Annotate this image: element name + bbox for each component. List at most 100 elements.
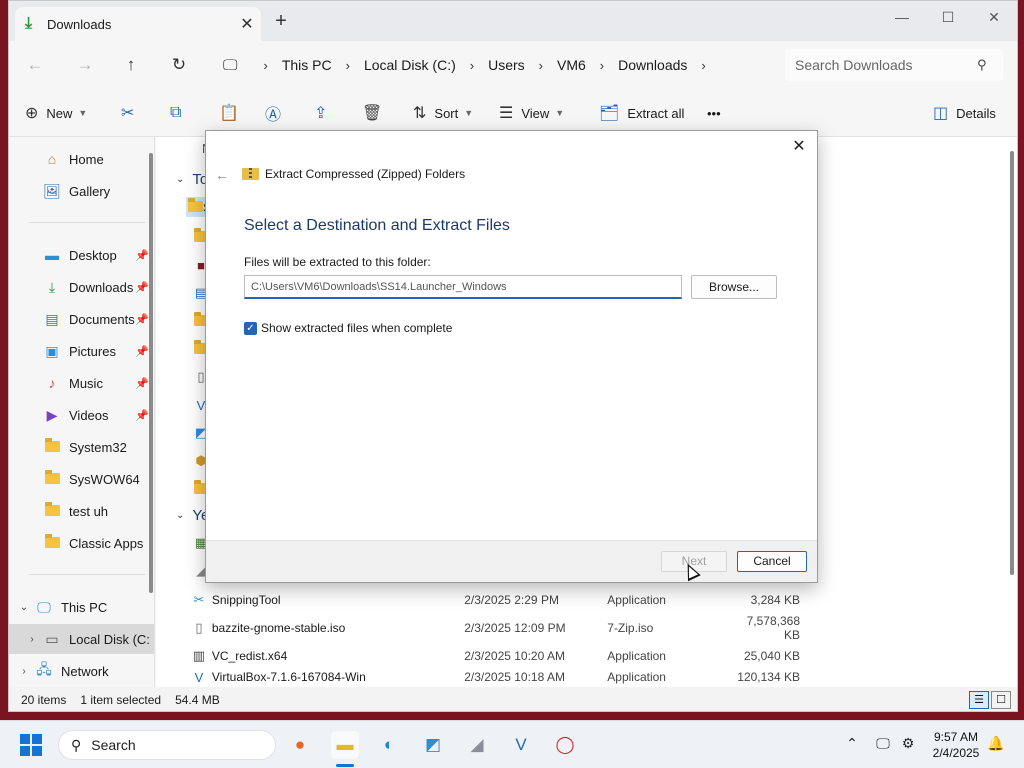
zip-folder-icon	[188, 197, 204, 215]
sidebar-item-system32[interactable]: System32	[9, 432, 154, 462]
file-explorer-icon[interactable]: ▬	[331, 731, 359, 759]
breadcrumb-vm6[interactable]: VM6	[557, 57, 586, 73]
sidebar-item-local-disk[interactable]: › ▭ Local Disk (C:	[9, 624, 154, 654]
view-button[interactable]: ☰ View ▼	[499, 101, 564, 125]
cut-button[interactable]: ✂	[121, 101, 142, 125]
sidebar-item-test-uh[interactable]: test uh	[9, 496, 154, 526]
cancel-button[interactable]: Cancel	[737, 551, 807, 572]
delete-button[interactable]: 🗑	[362, 101, 390, 125]
sidebar-item-desktop[interactable]: ▬ Desktop 📌	[9, 240, 154, 270]
sidebar-item-label: SysWOW64	[69, 471, 140, 487]
refresh-icon[interactable]: ↻	[165, 53, 193, 77]
sidebar-item-network[interactable]: › 🖧 Network	[9, 656, 154, 686]
virtualbox-icon[interactable]: V	[507, 731, 535, 759]
sidebar-item-pictures[interactable]: ▣ Pictures 📌	[9, 336, 154, 366]
extract-all-button[interactable]: 🗂 Extract all	[599, 101, 684, 125]
pin-icon: 📌	[135, 313, 149, 326]
table-row[interactable]: ▯ bazzite-gnome-stable.iso 2/3/2025 12:0…	[190, 614, 800, 642]
paste-button[interactable]: 📋	[219, 101, 247, 125]
chevron-right-icon[interactable]: ›	[701, 58, 705, 73]
chevron-down-icon[interactable]: ⌄	[15, 602, 33, 613]
show-files-checkbox-row[interactable]: ✓ Show extracted files when complete	[244, 321, 452, 335]
forward-arrow-icon[interactable]: →	[71, 53, 99, 77]
content-scrollbar[interactable]	[1010, 151, 1014, 575]
sidebar-item-videos[interactable]: ▶ Videos 📌	[9, 400, 154, 430]
display-icon[interactable]: 🖵	[873, 735, 893, 752]
firefox-icon[interactable]: ●	[286, 731, 314, 759]
file-name: SnippingTool	[211, 593, 281, 607]
breadcrumb-this-pc[interactable]: This PC	[282, 57, 332, 73]
start-button[interactable]	[20, 734, 42, 756]
tab-downloads[interactable]: ⤓ Downloads ✕	[15, 7, 261, 41]
maximize-button[interactable]: ☐	[925, 5, 971, 29]
table-row[interactable]: V VirtualBox-7.1.6-167084-Win 2/3/2025 1…	[190, 670, 800, 687]
sidebar-item-this-pc[interactable]: ⌄ 🖵 This PC	[9, 592, 154, 622]
chevron-up-icon[interactable]: ⌃	[842, 735, 862, 752]
drive-icon[interactable]: ◢	[463, 731, 491, 759]
more-options-button[interactable]: •••	[707, 101, 721, 125]
chevron-right-icon[interactable]: ›	[470, 58, 474, 73]
sidebar-scrollbar[interactable]	[149, 153, 153, 593]
details-view-icon[interactable]: ☰	[969, 691, 989, 709]
dialog-close-button[interactable]: ✕	[787, 135, 811, 159]
rename-button[interactable]: Ⓐ	[265, 101, 289, 125]
chevron-right-icon[interactable]: ›	[346, 58, 350, 73]
breadcrumb-users[interactable]: Users	[488, 57, 525, 73]
zip-folder-icon	[242, 168, 259, 180]
chevron-right-icon[interactable]: ›	[263, 58, 267, 73]
folder-icon	[41, 470, 63, 487]
breadcrumb-local-disk[interactable]: Local Disk (C:)	[364, 57, 456, 73]
share-button[interactable]: ⇪	[314, 101, 335, 125]
new-tab-button[interactable]: +	[271, 11, 291, 31]
taskbar-search[interactable]: ⚲ Search	[58, 730, 276, 760]
installer-icon: ▥	[192, 648, 206, 663]
clock-date: 2/4/2025	[932, 746, 980, 760]
back-arrow-icon[interactable]: ←	[212, 167, 232, 183]
chevron-down-icon: ▼	[78, 108, 88, 118]
sidebar-item-label: Home	[69, 151, 104, 167]
sidebar-item-home[interactable]: ⌂ Home	[9, 144, 154, 174]
checkbox-checked-icon[interactable]: ✓	[244, 321, 257, 335]
opera-icon[interactable]: ◯	[551, 731, 579, 759]
chevron-right-icon[interactable]: ›	[23, 634, 41, 645]
browse-button[interactable]: Browse...	[691, 275, 777, 299]
installer-icon[interactable]: ◩	[419, 731, 447, 759]
sort-button[interactable]: ⇅ Sort ▼	[413, 101, 473, 125]
chevron-right-icon[interactable]: ›	[539, 58, 543, 73]
sidebar-item-classic-apps[interactable]: Classic Apps	[9, 528, 154, 558]
search-input[interactable]: Search Downloads ⚲	[785, 49, 1003, 81]
tiles-view-icon[interactable]: ☐	[991, 691, 1011, 709]
network-settings-icon[interactable]: ⚙	[898, 735, 918, 752]
notification-bell-icon[interactable]: 🔔	[986, 735, 1006, 752]
table-row[interactable]: ▥ VC_redist.x64 2/3/2025 10:20 AM Applic…	[190, 642, 800, 670]
status-bar: 20 items 1 item selected 54.4 MB ☰ ☐	[9, 687, 1017, 711]
sidebar-item-label: Desktop	[69, 247, 117, 263]
close-window-button[interactable]: ✕	[971, 5, 1017, 29]
sidebar-item-label: Network	[61, 663, 109, 679]
chevron-right-icon[interactable]: ›	[600, 58, 604, 73]
minimize-button[interactable]: —	[879, 5, 925, 29]
chevron-right-icon[interactable]: ›	[15, 666, 33, 677]
title-bar: ⤓ Downloads ✕ + — ☐ ✕	[9, 1, 1017, 41]
tab-close-icon[interactable]: ✕	[233, 14, 261, 34]
sidebar-item-documents[interactable]: ▤ Documents 📌	[9, 304, 154, 334]
breadcrumb[interactable]: 🖵 › This PC › Local Disk (C:) › Users › …	[213, 49, 773, 81]
copy-button[interactable]: ⧉	[170, 101, 189, 125]
table-row[interactable]: ✂ SnippingTool 2/3/2025 2:29 PM Applicat…	[190, 586, 800, 614]
back-arrow-icon[interactable]: ←	[21, 53, 49, 77]
extract-icon: 🗂	[599, 105, 620, 122]
destination-path-input[interactable]	[244, 275, 682, 299]
edge-icon[interactable]: ◐	[375, 731, 403, 759]
new-button[interactable]: ⊕ New ▼	[25, 101, 87, 125]
breadcrumb-downloads[interactable]: Downloads	[618, 57, 687, 73]
sidebar-item-gallery[interactable]: 🖼 Gallery	[9, 176, 154, 206]
sidebar-item-syswow64[interactable]: SysWOW64	[9, 464, 154, 494]
sidebar-item-label: Documents	[69, 311, 135, 327]
system-clock[interactable]: 9:57 AM 2/4/2025	[928, 729, 984, 761]
details-button[interactable]: ◫ Details	[933, 101, 996, 125]
sidebar-item-downloads[interactable]: ⤓ Downloads 📌	[9, 272, 154, 302]
sidebar-item-label: Music	[69, 375, 103, 391]
up-arrow-icon[interactable]: ↑	[117, 53, 145, 77]
view-list-icon: ☰	[499, 105, 514, 122]
sidebar-item-music[interactable]: ♪ Music 📌	[9, 368, 154, 398]
